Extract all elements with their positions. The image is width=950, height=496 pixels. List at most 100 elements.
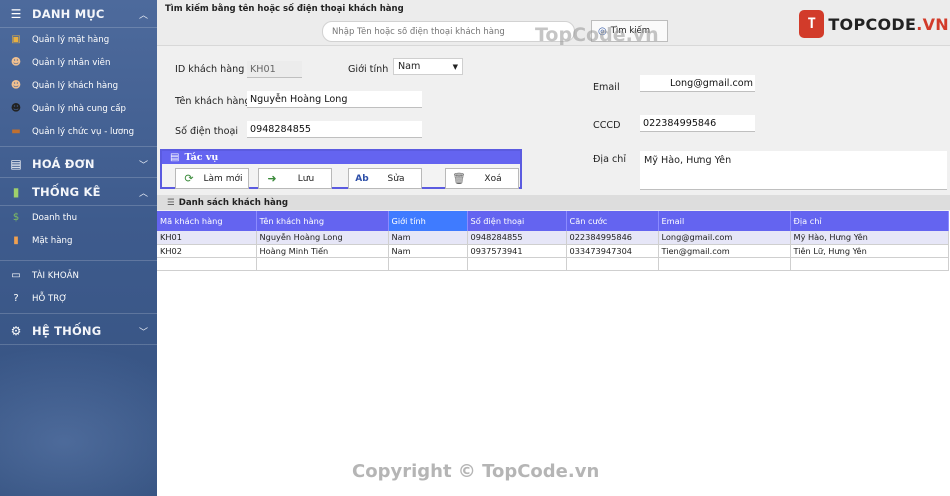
sidebar-item-doanh-thu[interactable]: $ Doanh thu bbox=[0, 206, 157, 229]
money-icon: $ bbox=[12, 212, 20, 223]
table-cell: Tiên Lữ, Hưng Yên bbox=[790, 244, 949, 258]
help-icon: ? bbox=[13, 293, 19, 304]
topcode-logo: T TOPCODE.VN bbox=[799, 6, 949, 42]
column-header[interactable]: Số điện thoại bbox=[467, 211, 567, 231]
table-cell: Nam bbox=[388, 244, 468, 258]
column-header[interactable]: Địa chỉ bbox=[790, 211, 949, 231]
gender-select-value: Nam bbox=[398, 61, 421, 72]
customer-table: Mã khách hàng Tên khách hàng Giới tính S… bbox=[157, 211, 950, 496]
table-cell: Nguyễn Hoàng Long bbox=[256, 231, 389, 245]
sidebar-item-mat-hang-stats[interactable]: ▮ Mặt hàng bbox=[0, 229, 157, 252]
sidebar-item-label: TÀI KHOẢN bbox=[32, 270, 79, 281]
clipboard-icon: ▤ bbox=[170, 152, 180, 163]
box-icon: ▣ bbox=[11, 34, 21, 45]
chart-icon: ▮ bbox=[13, 235, 19, 246]
supplier-icon: ☻ bbox=[10, 103, 22, 114]
save-button[interactable]: ➜ Lưu bbox=[258, 168, 332, 189]
sidebar-group-danh-muc[interactable]: ☰ DANH MỤC ︿ bbox=[0, 0, 157, 28]
sidebar-group-label: HỆ THỐNG bbox=[32, 323, 102, 338]
sidebar-group-hoa-don[interactable]: ▤ HOÁ ĐƠN ﹀ bbox=[0, 150, 157, 178]
edit-button[interactable]: Ab Sửa bbox=[348, 168, 422, 189]
employee-icon: ☻ bbox=[10, 57, 22, 68]
table-cell: 0937573941 bbox=[467, 244, 567, 258]
save-button-label: Lưu bbox=[297, 173, 315, 184]
table-cell: Hoàng Minh Tiến bbox=[256, 244, 389, 258]
sidebar-item-label: HỖ TRỢ bbox=[32, 293, 68, 304]
save-icon: ➜ bbox=[267, 172, 277, 185]
column-header[interactable]: Tên khách hàng bbox=[256, 211, 389, 231]
name-label: Tên khách hàng bbox=[175, 96, 251, 107]
sidebar-item-nha-cung-cap[interactable]: ☻ Quản lý nhà cung cấp bbox=[0, 97, 157, 120]
email-label: Email bbox=[593, 82, 620, 93]
sidebar-item-label: Quản lý nhân viên bbox=[32, 57, 111, 68]
phone-field[interactable]: 0948284855 bbox=[247, 121, 422, 138]
list-icon: ☰ bbox=[167, 197, 175, 208]
sidebar-item-label: Quản lý khách hàng bbox=[32, 80, 119, 91]
gender-select[interactable]: Nam ▼ bbox=[393, 58, 463, 75]
table-cell: 022384995846 bbox=[566, 231, 659, 245]
sidebar-item-label: Doanh thu bbox=[32, 212, 78, 223]
sidebar-group-thong-ke[interactable]: ▮ THỐNG KÊ ︿ bbox=[0, 178, 157, 206]
actions-title: Tác vụ bbox=[184, 152, 219, 163]
sidebar-item-nhan-vien[interactable]: ☻ Quản lý nhân viên bbox=[0, 51, 157, 74]
list-icon: ☰ bbox=[10, 6, 22, 21]
table-cell: Long@gmail.com bbox=[658, 231, 791, 245]
column-header[interactable]: Mã khách hàng bbox=[157, 211, 257, 231]
topcode-logo-text: TOPCODE.VN bbox=[828, 14, 949, 34]
divider bbox=[0, 260, 157, 261]
name-field[interactable]: Nguyễn Hoàng Long bbox=[247, 91, 422, 108]
chevron-down-icon[interactable]: ﹀ bbox=[139, 325, 148, 338]
sidebar-group-label: THỐNG KÊ bbox=[32, 184, 101, 199]
divider bbox=[0, 313, 157, 314]
customer-list-header: ☰ Danh sách khách hàng bbox=[157, 195, 950, 210]
sidebar-group-he-thong[interactable]: ⚙ HỆ THỐNG ﹀ bbox=[0, 317, 157, 345]
sidebar-item-label: Mặt hàng bbox=[32, 235, 73, 246]
sidebar-item-label: Quản lý mặt hàng bbox=[32, 34, 110, 45]
refresh-button[interactable]: ⟳ Làm mới bbox=[175, 168, 249, 189]
chevron-up-icon[interactable]: ︿ bbox=[139, 186, 148, 199]
sidebar-item-chuc-vu-luong[interactable]: ▬ Quản lý chức vụ - lương bbox=[0, 120, 157, 143]
column-header[interactable]: Giới tính bbox=[388, 211, 468, 231]
column-header[interactable]: Email bbox=[658, 211, 791, 231]
cccd-field[interactable]: 022384995846 bbox=[640, 115, 755, 132]
edit-icon: Ab bbox=[355, 173, 369, 184]
actions-panel: ▤ Tác vụ ⟳ Làm mới ➜ Lưu Ab Sửa 🗑 Xoá bbox=[160, 149, 522, 189]
sidebar-item-tai-khoan[interactable]: ▭ TÀI KHOẢN bbox=[0, 264, 157, 287]
table-cell: KH02 bbox=[157, 244, 257, 258]
gender-label: Giới tính bbox=[348, 64, 389, 75]
trash-icon: 🗑 bbox=[452, 172, 466, 185]
sidebar-group-label: HOÁ ĐƠN bbox=[32, 156, 95, 171]
customer-icon: ☻ bbox=[10, 80, 22, 91]
table-row[interactable]: KH01 Nguyễn Hoàng Long Nam 0948284855 02… bbox=[157, 231, 949, 245]
email-field[interactable]: Long@gmail.com bbox=[640, 75, 755, 92]
invoice-icon: ▤ bbox=[10, 156, 22, 171]
refresh-button-label: Làm mới bbox=[203, 173, 243, 184]
copyright-watermark: Copyright © TopCode.vn bbox=[352, 461, 600, 482]
sidebar-item-mat-hang[interactable]: ▣ Quản lý mặt hàng bbox=[0, 28, 157, 51]
table-row[interactable]: KH02 Hoàng Minh Tiến Nam 0937573941 0334… bbox=[157, 244, 949, 258]
bar-chart-icon: ▮ bbox=[12, 184, 20, 199]
chevron-down-icon: ▼ bbox=[452, 62, 458, 71]
address-label: Địa chỉ bbox=[593, 154, 627, 165]
id-field: KH01 bbox=[247, 61, 302, 78]
watermark: TopCode.vn bbox=[535, 24, 659, 46]
sidebar-item-khach-hang[interactable]: ☻ Quản lý khách hàng bbox=[0, 74, 157, 97]
sidebar-item-label: Quản lý nhà cung cấp bbox=[32, 103, 127, 114]
chevron-up-icon[interactable]: ︿ bbox=[139, 8, 148, 21]
customer-list-title: Danh sách khách hàng bbox=[178, 197, 289, 208]
edit-button-label: Sửa bbox=[387, 173, 405, 184]
actions-header: ▤ Tác vụ bbox=[162, 151, 520, 164]
address-field[interactable]: Mỹ Hào, Hưng Yên bbox=[640, 151, 947, 190]
table-cell: Nam bbox=[388, 231, 468, 245]
topcode-logo-mark: T bbox=[799, 10, 825, 38]
table-row-empty[interactable] bbox=[157, 257, 949, 271]
sidebar-item-ho-tro[interactable]: ? HỖ TRỢ bbox=[0, 287, 157, 310]
table-cell: Mỹ Hào, Hưng Yên bbox=[790, 231, 949, 245]
delete-button-label: Xoá bbox=[484, 173, 502, 184]
refresh-icon: ⟳ bbox=[184, 172, 194, 185]
delete-button[interactable]: 🗑 Xoá bbox=[445, 168, 519, 189]
customer-form: ID khách hàng KH01 Giới tính Nam ▼ Tên k… bbox=[157, 47, 950, 195]
column-header[interactable]: Căn cước bbox=[566, 211, 659, 231]
sidebar-item-label: Quản lý chức vụ - lương bbox=[32, 126, 135, 137]
chevron-down-icon[interactable]: ﹀ bbox=[139, 158, 148, 171]
